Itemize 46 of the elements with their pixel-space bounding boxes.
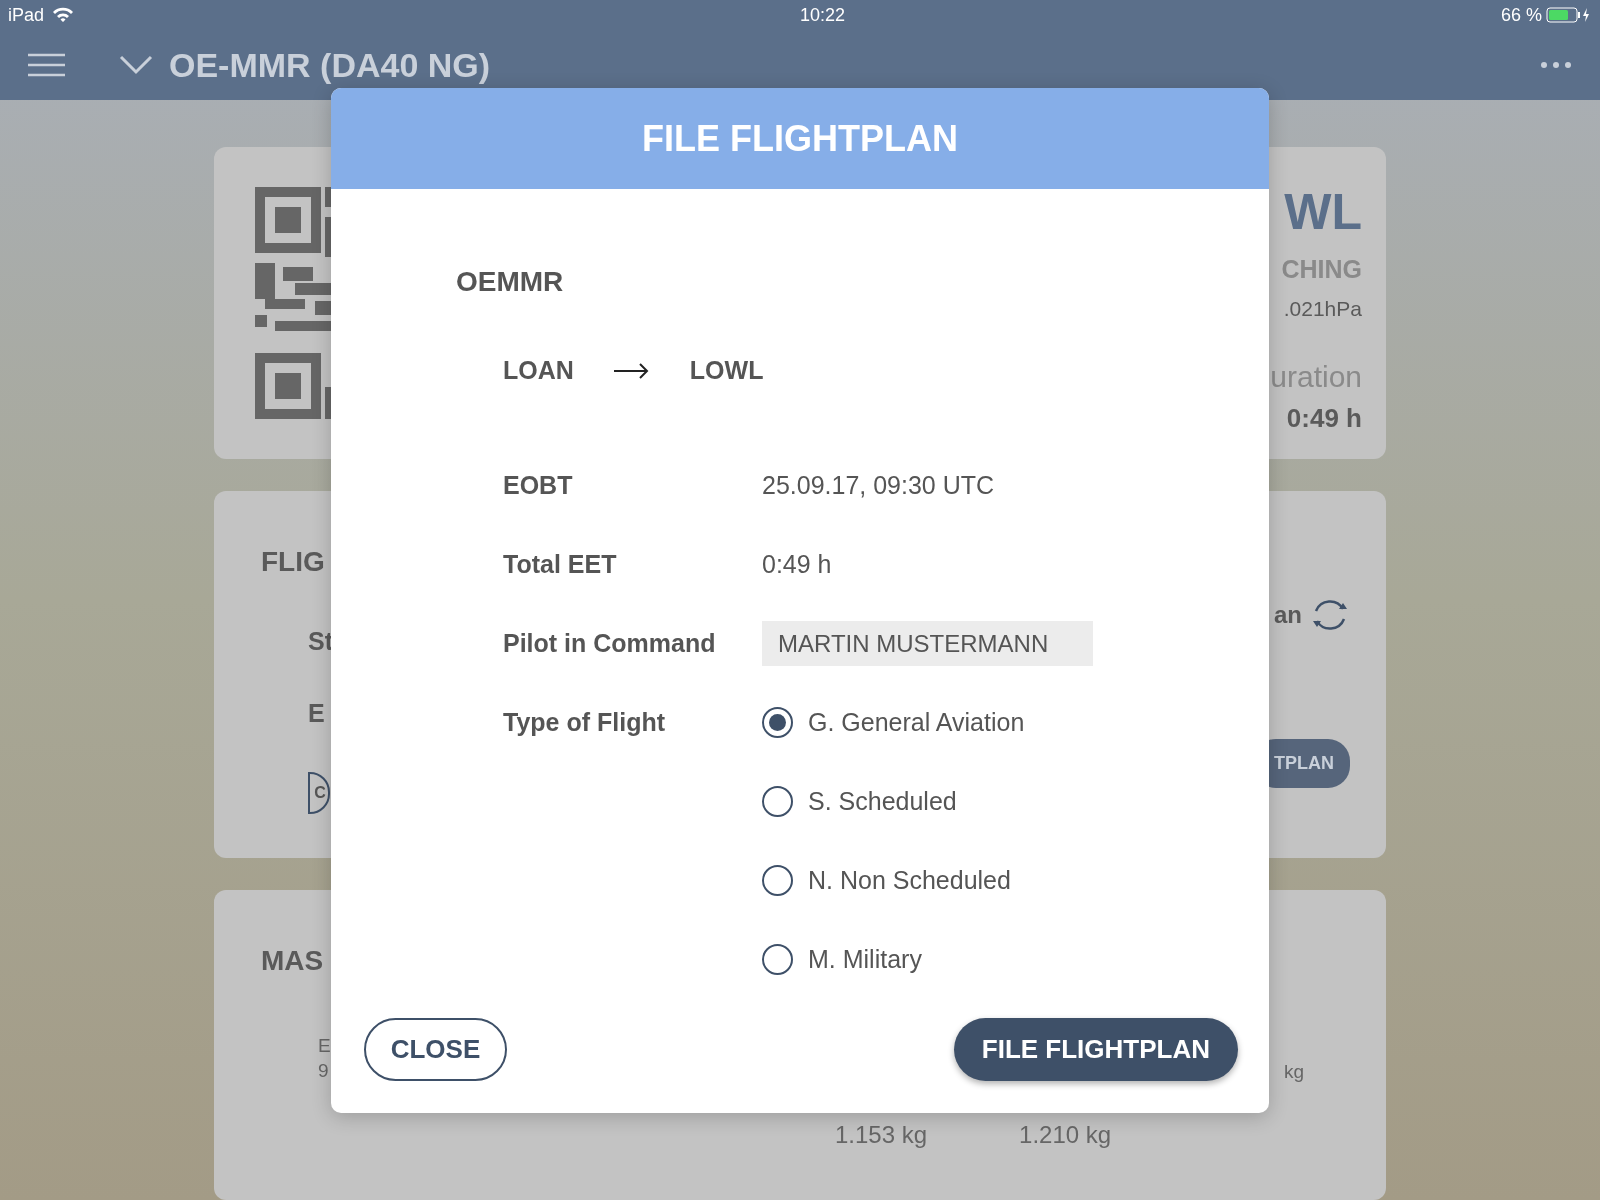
more-icon[interactable] <box>1540 61 1572 69</box>
section-title: FLIG <box>261 545 325 579</box>
radio-button[interactable] <box>762 786 793 817</box>
menu-icon[interactable] <box>28 53 65 77</box>
wifi-icon <box>52 7 75 23</box>
duration-label: uration <box>1270 359 1362 395</box>
radio-label[interactable]: M. Military <box>808 940 922 979</box>
radio-button[interactable] <box>762 944 793 975</box>
cell-text: 9 <box>318 1058 330 1083</box>
battery-percent: 66 % <box>1500 3 1542 27</box>
unit-text: kg <box>1283 1060 1304 1084</box>
row-label: E <box>308 697 325 729</box>
callsign-text: OEMMR <box>456 265 565 299</box>
dialog-title: FILE FLIGHTPLAN <box>642 116 958 161</box>
destination-code: WL <box>1283 187 1362 237</box>
field-value: 0:49 h <box>762 548 832 580</box>
pilot-input[interactable]: MARTIN MUSTERMANN <box>762 621 1093 666</box>
file-flightplan-button[interactable]: FILE FLIGHTPLAN <box>953 1018 1238 1081</box>
field-label: Pilot in Command <box>503 627 717 659</box>
mass-value: 1.210 kg <box>1019 1119 1112 1150</box>
field-label: EOBT <box>503 469 574 501</box>
radio-label[interactable]: G. General Aviation <box>808 703 1025 742</box>
row-label: St <box>308 626 333 657</box>
clock-time: 10:22 <box>799 3 845 27</box>
field-label: Total EET <box>503 548 618 580</box>
status-text: an <box>1274 600 1302 630</box>
destination-name: CHING <box>1281 254 1362 285</box>
section-title: MAS <box>261 944 324 978</box>
departure-code: LOAN <box>503 355 574 387</box>
pressure-text: .021hPa <box>1283 295 1362 322</box>
refresh-icon[interactable] <box>1310 597 1350 633</box>
radio-button[interactable] <box>762 865 793 896</box>
radio-button[interactable] <box>762 707 793 738</box>
arrival-code: LOWL <box>689 355 764 387</box>
battery-icon <box>1546 7 1592 23</box>
radio-label[interactable]: S. Scheduled <box>808 782 957 821</box>
device-name: iPad <box>8 3 45 27</box>
chevron-down-icon[interactable] <box>119 55 153 75</box>
radio-label[interactable]: N. Non Scheduled <box>808 861 1011 900</box>
field-value: 25.09.17, 09:30 UTC <box>762 469 995 501</box>
cell-text: E <box>318 1034 331 1058</box>
duration-value: 0:49 h <box>1286 402 1362 435</box>
field-label: Type of Flight <box>503 706 666 738</box>
mass-value: 1.153 kg <box>835 1119 928 1150</box>
arrow-right-icon <box>613 363 650 379</box>
close-button[interactable]: CLOSE <box>364 1018 507 1081</box>
